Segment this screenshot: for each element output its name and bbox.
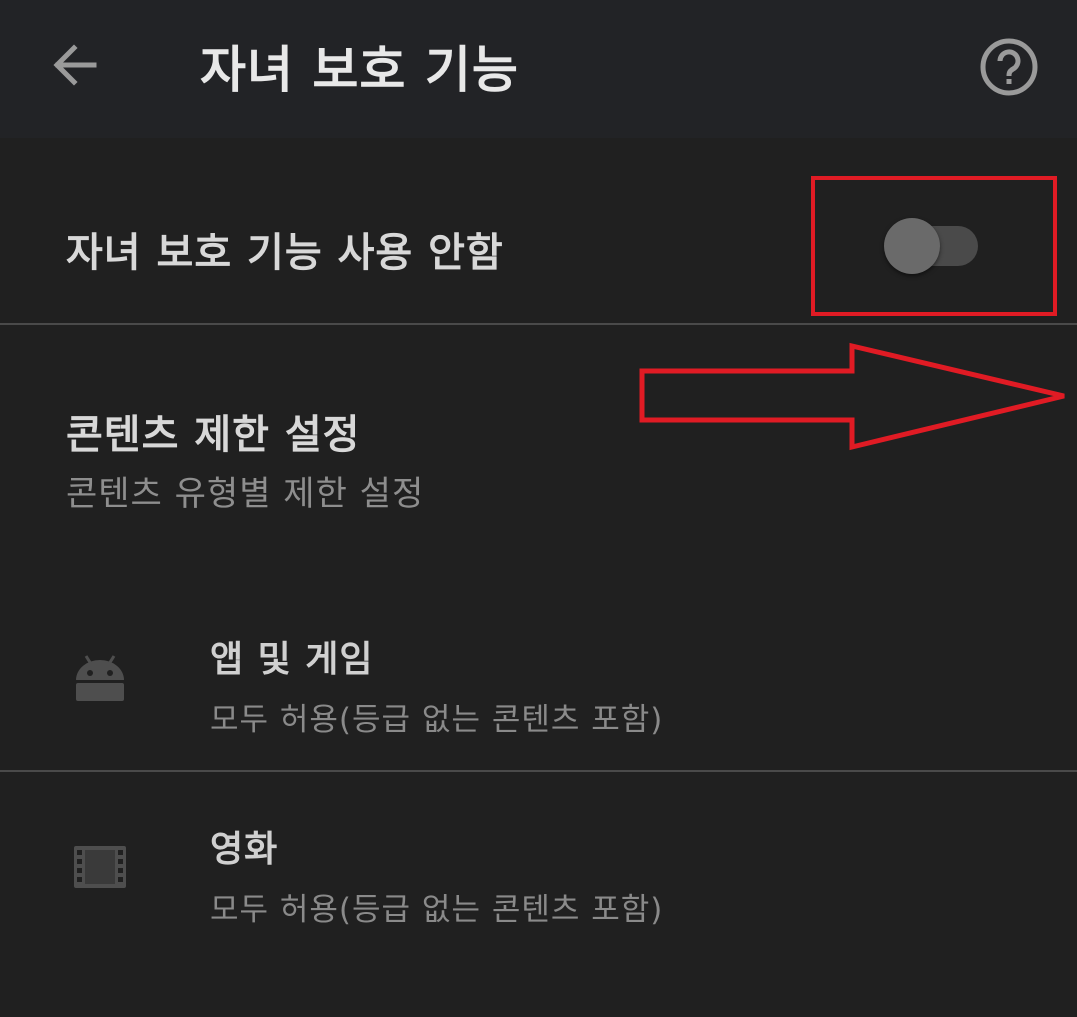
item-title: 영화 (210, 829, 279, 870)
toggle-label: 자녀 보호 기능 사용 안함 (66, 230, 504, 276)
annotation-arrow (639, 342, 1065, 451)
app-bar: 자녀 보호 기능 (0, 0, 1077, 138)
item-title: 앱 및 게임 (210, 639, 374, 680)
list-item-movies[interactable]: 영화 모두 허용(등급 없는 콘텐츠 포함) (0, 790, 1077, 960)
annotation-highlight-box (811, 176, 1057, 316)
help-button[interactable] (978, 36, 1040, 98)
list-item-apps-games[interactable]: 앱 및 게임 모두 허용(등급 없는 콘텐츠 포함) (0, 600, 1077, 770)
arrow-left-icon (53, 44, 97, 86)
page-title: 자녀 보호 기능 (200, 41, 519, 99)
content-restriction-title: 콘텐츠 제한 설정 (66, 412, 361, 458)
divider (0, 323, 1077, 325)
content-restriction-subtitle: 콘텐츠 유형별 제한 설정 (66, 474, 425, 514)
back-button[interactable] (48, 38, 102, 92)
item-subtitle: 모두 허용(등급 없는 콘텐츠 포함) (210, 892, 664, 928)
film-icon (74, 846, 126, 888)
divider (0, 770, 1077, 772)
android-icon (76, 655, 124, 701)
item-subtitle: 모두 허용(등급 없는 콘텐츠 포함) (210, 702, 664, 738)
help-circle-icon (980, 38, 1038, 96)
